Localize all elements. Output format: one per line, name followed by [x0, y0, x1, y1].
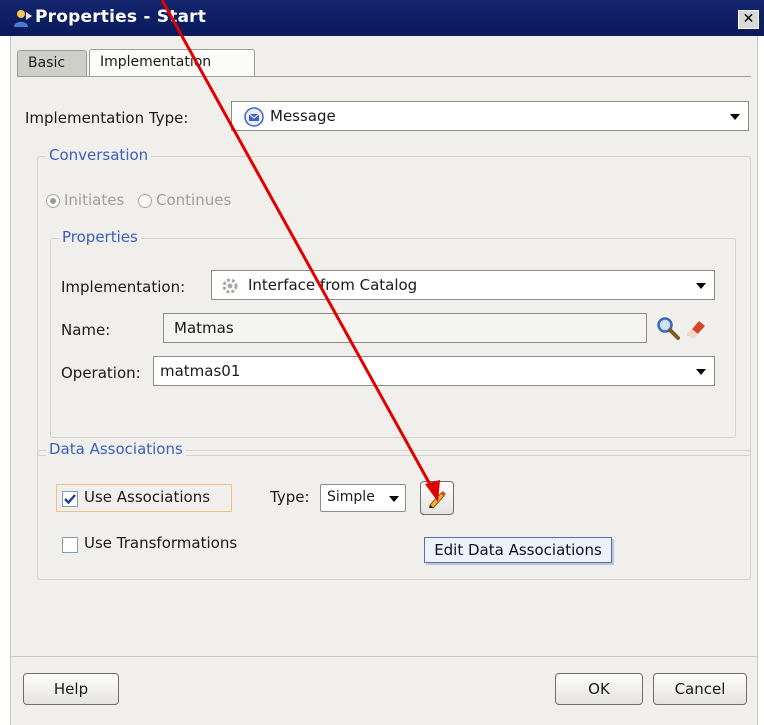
implementation-type-label: Implementation Type:: [25, 109, 189, 127]
continues-radio[interactable]: [138, 194, 152, 208]
operation-label: Operation:: [61, 364, 141, 382]
message-icon: [244, 107, 264, 127]
operation-select[interactable]: matmas01: [153, 356, 715, 386]
data-associations-title: Data Associations: [46, 440, 186, 458]
implementation-label: Implementation:: [61, 278, 186, 296]
help-button[interactable]: Help: [23, 673, 119, 705]
initiates-label: Initiates: [64, 191, 125, 209]
chevron-down-icon: [696, 283, 706, 289]
person-icon: [14, 10, 32, 27]
use-associations-label: Use Associations: [84, 488, 211, 506]
initiates-radio[interactable]: [46, 194, 60, 208]
conversation-title: Conversation: [46, 146, 152, 164]
tab-implementation[interactable]: Implementation: [89, 49, 255, 77]
edit-data-associations-tooltip: Edit Data Associations: [424, 537, 612, 563]
conversation-group: Conversation Initiates Continues Propert…: [37, 146, 751, 456]
implementation-type-select[interactable]: Message: [231, 101, 749, 131]
window-title: Properties - Start: [35, 7, 207, 27]
type-select[interactable]: Simple: [320, 484, 406, 512]
name-value: Matmas: [174, 319, 234, 337]
properties-title: Properties: [59, 228, 141, 246]
gear-icon: [222, 278, 238, 294]
use-transformations-checkbox[interactable]: [62, 537, 78, 553]
tab-divider: [17, 76, 751, 77]
ok-button[interactable]: OK: [555, 673, 643, 705]
button-bar-divider: [11, 656, 757, 657]
implementation-value: Interface from Catalog: [248, 276, 418, 294]
chevron-down-icon: [696, 369, 706, 375]
close-button[interactable]: ✕: [738, 10, 759, 29]
operation-value: matmas01: [160, 362, 241, 380]
chevron-down-icon: [389, 496, 399, 502]
name-field[interactable]: Matmas: [163, 313, 647, 343]
name-label: Name:: [61, 321, 111, 339]
data-associations-group: Data Associations Use Associations Type:…: [37, 440, 751, 580]
properties-group: Properties Implementation: Interface fro…: [50, 228, 736, 438]
type-label: Type:: [270, 488, 310, 506]
type-value: Simple: [327, 489, 375, 505]
tab-basic[interactable]: Basic: [17, 50, 87, 76]
search-icon[interactable]: [655, 315, 681, 341]
implementation-select[interactable]: Interface from Catalog: [211, 270, 715, 300]
chevron-down-icon: [730, 114, 740, 120]
use-transformations-label: Use Transformations: [84, 534, 238, 552]
edit-data-associations-button[interactable]: [420, 481, 454, 515]
implementation-type-value: Message: [270, 107, 336, 125]
eraser-icon[interactable]: [683, 315, 709, 341]
cancel-button[interactable]: Cancel: [653, 673, 747, 705]
pencil-icon: [429, 491, 446, 509]
use-associations-checkbox[interactable]: [62, 491, 78, 507]
title-bar: Properties - Start ✕: [0, 0, 764, 36]
properties-dialog: Basic Implementation Implementation Type…: [10, 36, 758, 725]
continues-label: Continues: [156, 191, 232, 209]
checkmark-icon: [64, 494, 76, 505]
